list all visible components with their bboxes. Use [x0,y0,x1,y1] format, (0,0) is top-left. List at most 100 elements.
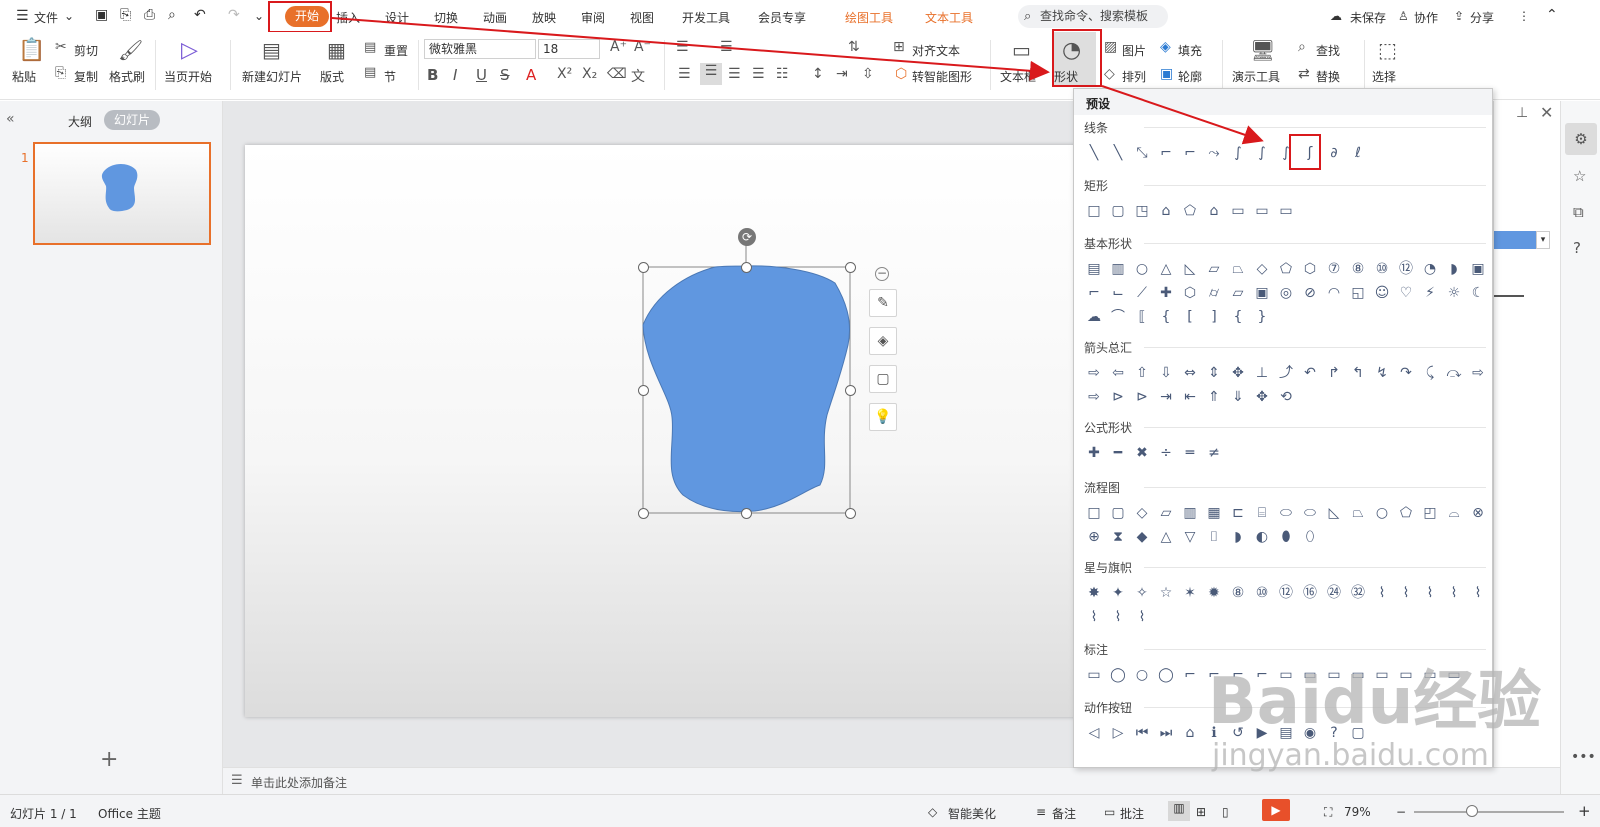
shape-option-icon[interactable]: ⇤ [1178,385,1202,409]
shape-option-icon[interactable]: ◇ [1250,257,1274,281]
fill-button[interactable]: 填充 [1178,42,1202,59]
format-painter-icon[interactable]: 🖌 [118,38,143,62]
star-icon[interactable]: ☆ [1573,167,1586,185]
shape-option-icon[interactable]: ◇ [1130,501,1154,525]
shape-option-icon[interactable]: ⌂ [1202,199,1226,223]
shape-option-icon[interactable]: ⌇ [1466,581,1490,605]
shape-option-icon[interactable]: ↰ [1346,361,1370,385]
shape-option-icon[interactable]: ] [1202,305,1226,329]
paragraph-spacing-icon[interactable]: ⇳ [862,66,874,82]
picture-icon[interactable]: ▨ [1104,39,1117,55]
shape-option-icon[interactable]: △ [1154,257,1178,281]
shape-option-icon[interactable]: ☁ [1082,305,1106,329]
section-button[interactable]: 节 [384,68,396,85]
shape-option-icon[interactable]: ⊗ [1466,501,1490,525]
shape-option-icon[interactable]: ⑩ [1250,581,1274,605]
print-icon[interactable]: ⎙ [144,7,155,23]
shape-option-icon[interactable]: ⇑ [1202,385,1226,409]
shape-option-icon[interactable]: ◗ [1442,257,1466,281]
italic-icon[interactable]: I [453,66,457,84]
shape-option-icon[interactable]: ⤳ [1202,141,1226,165]
notes-button[interactable]: 备注 [1052,805,1076,822]
format-painter-button[interactable]: 格式刷 [109,68,145,85]
shape-option-icon[interactable]: ▱ [1154,501,1178,525]
shape-option-icon[interactable]: ◰ [1418,501,1442,525]
shape-option-icon[interactable]: ▭ [1274,199,1298,223]
shape-option-icon[interactable]: ⟋ [1130,281,1154,305]
shape-option-icon[interactable]: ◗ [1226,525,1250,549]
shape-option-icon[interactable]: ⌒ [1106,305,1130,329]
shape-option-icon[interactable]: ⬭ [1298,501,1322,525]
color-swatch[interactable] [1494,231,1536,249]
tab-design[interactable]: 设计 [385,9,409,26]
shape-option-icon[interactable]: ▣ [1466,257,1490,281]
outline-icon[interactable]: ▣ [1160,66,1173,82]
strikethrough-icon[interactable]: S [500,66,510,84]
shape-option-icon[interactable]: ⤹ [1418,361,1442,385]
shape-option-icon[interactable]: ⇨ [1082,385,1106,409]
outline-button[interactable]: 轮廓 [1178,68,1202,85]
shape-option-icon[interactable]: ⤴ [1274,361,1298,385]
select-button[interactable]: 选择 [1372,68,1396,85]
shape-option-icon[interactable]: ⌇ [1082,605,1106,629]
smart-shape-button[interactable]: 转智能图形 [912,68,972,85]
theme-name[interactable]: Office 主题 [98,805,161,822]
shape-option-icon[interactable]: ⇥ [1154,385,1178,409]
shape-option-icon[interactable]: ⬡ [1178,281,1202,305]
fit-icon[interactable]: ⛶ [1324,805,1332,820]
shape-option-icon[interactable]: ⧗ [1106,525,1130,549]
shape-option-icon[interactable]: ✹ [1202,581,1226,605]
shape-option-icon[interactable]: ⑩ [1370,257,1394,281]
fill-icon[interactable]: ◈ [1160,39,1171,55]
shape-option-icon[interactable]: ⊏ [1226,501,1250,525]
shape-option-icon[interactable]: ⌐ [1154,141,1178,165]
file-menu[interactable]: 文件 [34,9,58,26]
more-icon[interactable]: ••• [1571,749,1596,765]
slide-thumbnail[interactable] [33,142,211,245]
tab-member[interactable]: 会员专享 [758,9,806,26]
arrange-button[interactable]: 排列 [1122,68,1146,85]
shape-option-icon[interactable]: ⇕ [1202,361,1226,385]
layers-icon[interactable]: ⧉ [1573,203,1584,221]
distribute-icon[interactable]: ☷ [776,66,789,82]
shape-option-icon[interactable]: ▤ [1082,257,1106,281]
shape-option-icon[interactable]: ⊘ [1298,281,1322,305]
beautify-button[interactable]: 智能美化 [948,805,996,822]
undo-icon[interactable]: ↶ [194,7,206,23]
shape-option-icon[interactable]: ▦ [1202,501,1226,525]
find-button[interactable]: 查找 [1316,42,1340,59]
tab-slideshow[interactable]: 放映 [532,9,556,26]
align-right-icon[interactable]: ☰ [728,66,741,82]
shape-option-icon[interactable]: ▢ [1106,199,1130,223]
shape-option-icon[interactable]: ⏮ [1130,721,1154,745]
superscript-icon[interactable]: X² [557,66,572,82]
shape-option-icon[interactable]: ⌙ [1106,281,1130,305]
replace-button[interactable]: 替换 [1316,68,1340,85]
zoom-level[interactable]: 79% [1344,805,1371,819]
shape-option-icon[interactable]: ⊳ [1130,385,1154,409]
shape-option-icon[interactable]: ☼ [1442,281,1466,305]
shape-option-icon[interactable]: ⌂ [1154,199,1178,223]
resize-handle-br[interactable] [845,508,856,519]
copy-icon[interactable]: ⎘ [55,65,66,81]
shape-option-icon[interactable]: ◔ [1418,257,1442,281]
resize-handle-r[interactable] [845,385,856,396]
pin-icon[interactable]: ⊥ [1516,105,1528,121]
new-slide-button[interactable]: 新建幻灯片 [242,68,302,85]
shape-option-icon[interactable]: ☾ [1466,281,1490,305]
shape-option-icon[interactable]: ⌭ [1202,281,1226,305]
shape-option-icon[interactable]: ↯ [1370,361,1394,385]
phonetic-icon[interactable]: 文 [631,66,645,86]
help-icon[interactable]: ? [1573,239,1581,257]
decrease-font-icon[interactable]: A⁻ [634,39,651,55]
shape-option-icon[interactable]: ⑦ [1322,257,1346,281]
shape-option-icon[interactable]: ⊥ [1250,361,1274,385]
shape-option-icon[interactable]: ↷ [1394,361,1418,385]
shape-option-icon[interactable]: ○ [1370,501,1394,525]
shape-option-icon[interactable]: ♡ [1394,281,1418,305]
shape-option-icon[interactable]: ☆ [1154,581,1178,605]
grid-view-icon[interactable]: ⊞ [1196,805,1206,819]
increase-font-icon[interactable]: A⁺ [610,39,627,55]
redo-icon[interactable]: ↷ [228,7,240,23]
shape-option-icon[interactable]: ✥ [1250,385,1274,409]
